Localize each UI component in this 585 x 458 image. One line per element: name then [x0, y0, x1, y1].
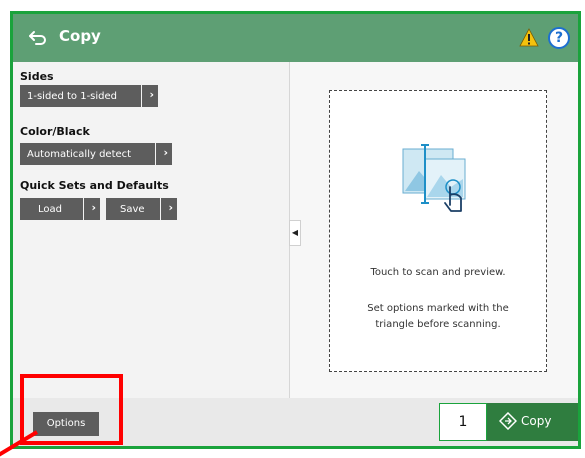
sides-label: Sides [20, 70, 54, 83]
preview-hint-line1: Set options marked with the [367, 303, 509, 314]
color-button[interactable]: Automatically detect › [20, 143, 172, 165]
collapse-panel-button[interactable]: ◀ [289, 220, 301, 246]
back-arrow-icon[interactable] [27, 26, 49, 48]
scan-preview-box[interactable]: Touch to scan and preview. Set options m… [329, 90, 547, 372]
save-label: Save [120, 203, 145, 215]
sides-button[interactable]: 1-sided to 1-sided › [20, 85, 158, 107]
start-diamond-icon [499, 412, 517, 430]
annotation-arrow [0, 430, 39, 457]
touch-preview-icon [402, 144, 466, 212]
chevron-right-icon: › [91, 201, 96, 214]
sides-value: 1-sided to 1-sided [27, 90, 118, 102]
settings-panel: Sides 1-sided to 1-sided › Color/Black A… [13, 62, 289, 398]
divider [83, 198, 84, 220]
app-header: Copy ? [13, 14, 578, 62]
copies-input[interactable]: 1 [439, 403, 487, 441]
chevron-right-icon: › [168, 201, 173, 214]
page-title: Copy [59, 27, 101, 45]
load-button[interactable]: Load › [20, 198, 100, 220]
load-label: Load [38, 203, 62, 215]
chevron-right-icon: › [149, 88, 154, 101]
preview-hint-line2: triangle before scanning. [375, 319, 501, 330]
quicksets-label: Quick Sets and Defaults [20, 179, 169, 192]
color-label: Color/Black [20, 125, 90, 138]
color-value: Automatically detect [27, 148, 132, 160]
divider [160, 198, 161, 220]
save-button[interactable]: Save › [106, 198, 177, 220]
help-icon[interactable]: ? [548, 27, 570, 49]
caret-left-icon: ◀ [291, 228, 299, 237]
warning-icon[interactable] [519, 28, 539, 48]
divider [155, 143, 156, 165]
copy-button-label: Copy [521, 414, 552, 428]
chevron-right-icon: › [163, 146, 168, 159]
preview-instruction: Touch to scan and preview. [370, 267, 506, 278]
copy-button[interactable]: Copy [487, 403, 578, 441]
divider [141, 85, 142, 107]
